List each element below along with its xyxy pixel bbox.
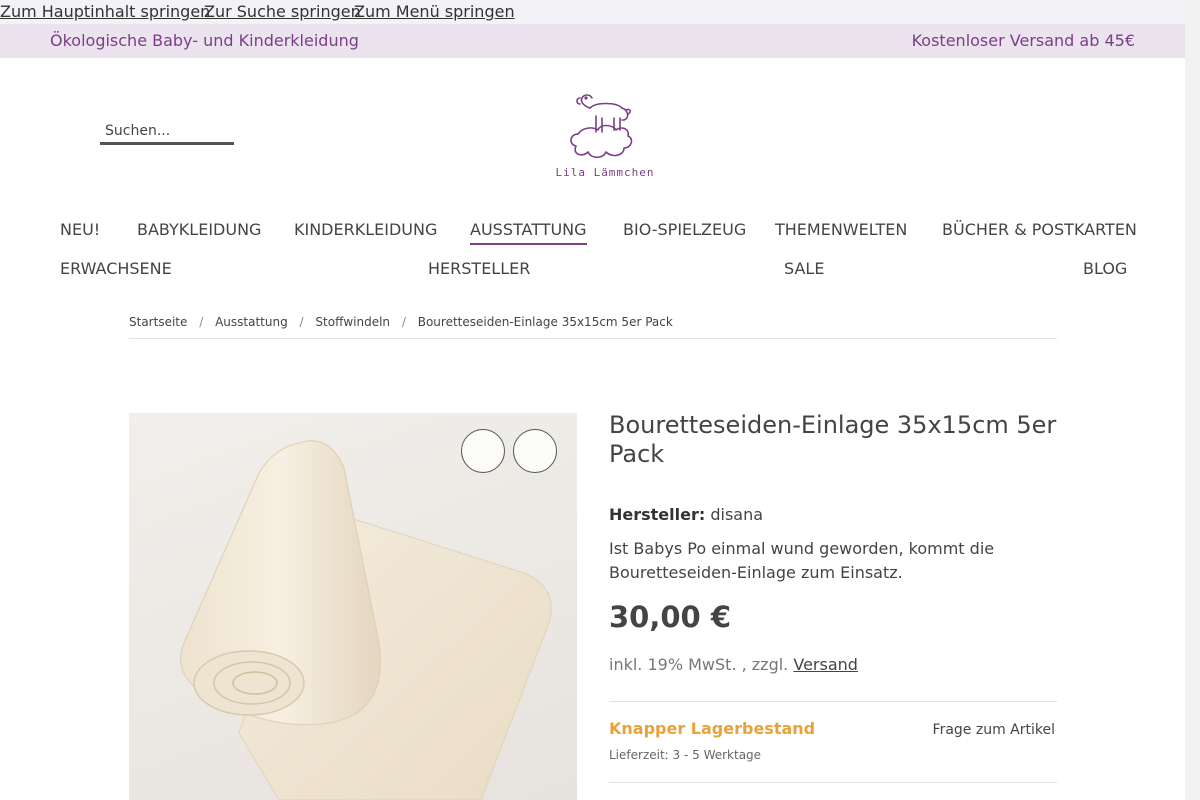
lamb-cloud-logo-icon <box>570 94 633 159</box>
stock-status: Knapper Lagerbestand <box>609 719 816 738</box>
divider <box>609 782 1057 783</box>
free-shipping-note: Kostenloser Versand ab 45€ <box>911 31 1135 50</box>
breadcrumb-separator: / <box>299 315 304 329</box>
breadcrumb-ausstattung-link[interactable]: Ausstattung <box>215 315 288 329</box>
nav-item-neu[interactable]: NEU! <box>60 220 100 239</box>
delivery-time: Lieferzeit: 3 - 5 Werktage <box>609 748 762 762</box>
product-image[interactable] <box>129 413 577 800</box>
nav-item-ausstattung[interactable]: AUSSTATTUNG <box>470 220 587 245</box>
manufacturer-name: disana <box>710 505 764 524</box>
site-logo[interactable]: Lila Lämmchen <box>550 86 660 182</box>
top-info-bar: Ökologische Baby- und Kinderkleidung Kos… <box>0 24 1185 58</box>
tax-text: inkl. 19% MwSt. , zzgl. <box>609 655 789 674</box>
tagline: Ökologische Baby- und Kinderkleidung <box>50 31 359 50</box>
nav-item-blog[interactable]: BLOG <box>1083 259 1127 278</box>
product-question-link[interactable]: Frage zum Artikel <box>933 722 1055 738</box>
image-next-button[interactable] <box>513 429 557 473</box>
product-description: Ist Babys Po einmal wund geworden, kommt… <box>609 539 995 582</box>
breadcrumb-stoffwindeln-link[interactable]: Stoffwindeln <box>315 315 390 329</box>
nav-item-buecher-postkarten[interactable]: BÜCHER & POSTKARTEN <box>942 220 1137 239</box>
skip-to-main-link[interactable]: Zum Hauptinhalt springen <box>0 2 210 21</box>
product-price: 30,00 € <box>609 600 732 634</box>
skip-to-search-link[interactable]: Zur Suche springen <box>204 2 361 21</box>
breadcrumb: Startseite / Ausstattung / Stoffwindeln … <box>129 315 1057 339</box>
breadcrumb-separator: / <box>199 315 204 329</box>
search-box <box>100 120 234 145</box>
breadcrumb-current: Bouretteseiden-Einlage 35x15cm 5er Pack <box>417 315 673 329</box>
skip-to-menu-link[interactable]: Zum Menü springen <box>354 2 515 21</box>
nav-item-babykleidung[interactable]: BABYKLEIDUNG <box>137 220 261 239</box>
breadcrumb-home-link[interactable]: Startseite <box>129 315 187 329</box>
image-prev-button[interactable] <box>461 429 505 473</box>
skip-links-bar: Zum Hauptinhalt springen Zur Suche sprin… <box>0 0 1185 24</box>
nav-item-hersteller[interactable]: HERSTELLER <box>428 259 530 278</box>
nav-item-themenwelten[interactable]: THEMENWELTEN <box>775 220 907 239</box>
shipping-link[interactable]: Versand <box>793 655 858 674</box>
breadcrumb-separator: / <box>401 315 406 329</box>
nav-item-bio-spielzeug[interactable]: BIO-SPIELZEUG <box>623 220 746 239</box>
logo-text: Lila Lämmchen <box>555 166 655 179</box>
tax-info: inkl. 19% MwSt. , zzgl. Versand <box>609 655 858 674</box>
manufacturer-label: Hersteller: <box>609 505 706 524</box>
search-input[interactable] <box>100 120 234 142</box>
nav-item-erwachsene[interactable]: ERWACHSENE <box>60 259 172 278</box>
product-title: Bouretteseiden-Einlage 35x15cm 5er Pack <box>609 411 1057 468</box>
rolled-silk-insert-image <box>180 440 552 800</box>
divider <box>609 701 1057 702</box>
scrollbar[interactable] <box>1185 0 1200 800</box>
nav-item-kinderkleidung[interactable]: KINDERKLEIDUNG <box>294 220 437 239</box>
nav-item-sale[interactable]: SALE <box>784 259 824 278</box>
product-manufacturer: Hersteller: disana <box>609 505 763 524</box>
